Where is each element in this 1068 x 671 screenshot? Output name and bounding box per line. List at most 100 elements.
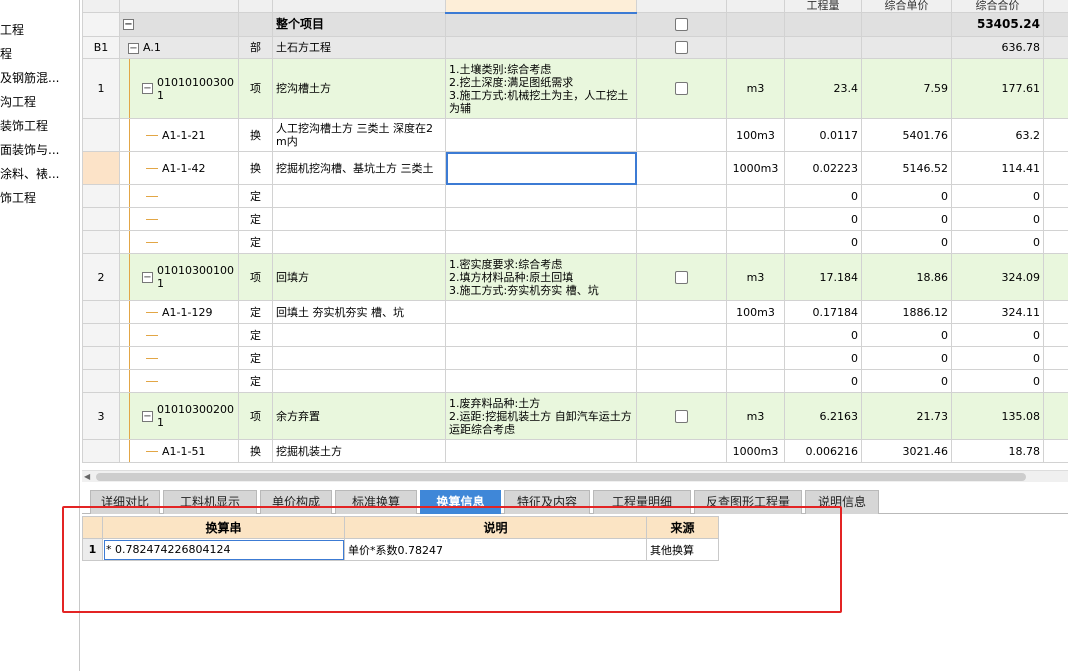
tree-node[interactable]: 程: [0, 46, 12, 62]
norm-row[interactable]: 定000: [82, 346, 1068, 370]
name-cell[interactable]: [272, 346, 446, 370]
code-cell[interactable]: −: [119, 12, 239, 37]
extra-cell[interactable]: [1043, 58, 1068, 119]
unit-cell[interactable]: [726, 369, 785, 393]
total-price-cell[interactable]: 0: [951, 184, 1044, 208]
tab-6[interactable]: 工程量明细: [593, 490, 691, 514]
kind-cell[interactable]: 定: [238, 207, 273, 231]
row-number[interactable]: [82, 12, 120, 37]
extra-cell[interactable]: [1043, 439, 1068, 463]
tab-0[interactable]: 详细对比: [90, 490, 160, 514]
norm-row[interactable]: A1-1-129 定回填土 夯实机夯实 槽、坑 100m3 0.17184 1886.1…: [82, 300, 1068, 324]
kind-cell[interactable]: 定: [238, 346, 273, 370]
collapse-toggle-icon[interactable]: −: [128, 42, 139, 54]
unit-cell[interactable]: [726, 323, 785, 347]
tree-node[interactable]: 沟工程: [0, 94, 36, 110]
row-number[interactable]: [82, 207, 120, 231]
row-number[interactable]: [82, 346, 120, 370]
feature-cell[interactable]: [445, 207, 637, 231]
unit-price-cell[interactable]: 0: [861, 323, 952, 347]
name-cell[interactable]: 挖沟槽土方: [272, 58, 446, 119]
row-checkbox[interactable]: [675, 270, 688, 284]
quantity-cell[interactable]: [784, 36, 862, 59]
unit-cell[interactable]: [726, 346, 785, 370]
item-row[interactable]: 1−010101003001 项挖沟槽土方 1.土壤类别:综合考虑 2.挖土深度:满足…: [82, 58, 1068, 119]
tree-node[interactable]: 装饰工程: [0, 118, 48, 134]
row-number[interactable]: [82, 369, 120, 393]
column-header[interactable]: [119, 0, 239, 13]
row-number[interactable]: [82, 323, 120, 347]
checkbox-cell[interactable]: [636, 323, 727, 347]
quantity-cell[interactable]: 0: [784, 346, 862, 370]
total-price-cell[interactable]: 114.41: [951, 151, 1044, 185]
code-cell[interactable]: [119, 346, 239, 370]
part-row[interactable]: B1− A.1 部土石方工程 636.78: [82, 36, 1068, 59]
scroll-left-icon[interactable]: ◀: [84, 472, 90, 481]
norm-row[interactable]: 定000: [82, 230, 1068, 254]
unit-price-cell[interactable]: 21.73: [861, 392, 952, 440]
conversion-column-header[interactable]: 来源: [646, 516, 719, 539]
extra-cell[interactable]: [1043, 392, 1068, 440]
feature-cell[interactable]: [445, 323, 637, 347]
collapse-toggle-icon[interactable]: −: [123, 19, 134, 30]
feature-cell[interactable]: 1.废弃料品种:土方 2.运距:挖掘机装土方 自卸汽车运土方 运距综合考虑: [445, 392, 637, 440]
name-cell[interactable]: [272, 230, 446, 254]
unit-price-cell[interactable]: 0: [861, 346, 952, 370]
unit-cell[interactable]: [726, 184, 785, 208]
feature-cell[interactable]: [445, 439, 637, 463]
quantity-cell[interactable]: 6.2163: [784, 392, 862, 440]
checkbox-cell[interactable]: [636, 230, 727, 254]
extra-cell[interactable]: [1043, 36, 1068, 59]
conversion-description[interactable]: 单价*系数0.78247: [344, 538, 647, 561]
checkbox-cell[interactable]: [636, 151, 727, 185]
name-cell[interactable]: 回填方: [272, 253, 446, 301]
feature-cell[interactable]: [445, 151, 637, 185]
kind-cell[interactable]: 定: [238, 184, 273, 208]
code-cell[interactable]: [119, 323, 239, 347]
total-price-cell[interactable]: 0: [951, 230, 1044, 254]
code-cell[interactable]: − A.1: [119, 36, 239, 59]
quantity-cell[interactable]: 0: [784, 184, 862, 208]
tab-3[interactable]: 标准换算: [335, 490, 417, 514]
conversion-row[interactable]: 1 * 0.782474226804124 单价*系数0.78247 其他换算: [82, 538, 719, 561]
feature-cell[interactable]: [445, 346, 637, 370]
extra-cell[interactable]: [1043, 207, 1068, 231]
total-price-cell[interactable]: 177.61: [951, 58, 1044, 119]
column-header[interactable]: 综合合价: [951, 0, 1044, 13]
total-price-cell[interactable]: 0: [951, 323, 1044, 347]
extra-cell[interactable]: [1043, 12, 1068, 37]
extra-cell[interactable]: [1043, 369, 1068, 393]
row-number[interactable]: [82, 184, 120, 208]
unit-price-cell[interactable]: [861, 36, 952, 59]
feature-cell[interactable]: [445, 300, 637, 324]
code-cell[interactable]: [119, 230, 239, 254]
extra-cell[interactable]: [1043, 253, 1068, 301]
quantity-cell[interactable]: 0: [784, 207, 862, 231]
checkbox-cell[interactable]: [636, 184, 727, 208]
checkbox-cell[interactable]: [636, 207, 727, 231]
checkbox-cell[interactable]: [636, 118, 727, 152]
name-cell[interactable]: 人工挖沟槽土方 三类土 深度在2m内: [272, 118, 446, 152]
column-header[interactable]: [726, 0, 785, 13]
column-header[interactable]: 工程量: [784, 0, 862, 13]
extra-cell[interactable]: [1043, 346, 1068, 370]
conversion-source[interactable]: 其他换算: [646, 538, 719, 561]
total-price-cell[interactable]: 0: [951, 346, 1044, 370]
feature-cell[interactable]: [445, 36, 637, 59]
tab-8[interactable]: 说明信息: [805, 490, 879, 514]
checkbox-cell[interactable]: [636, 346, 727, 370]
item-row[interactable]: 3−010103002001 项余方弃置 1.废弃料品种:土方 2.运距:挖掘机装土方…: [82, 392, 1068, 440]
feature-cell[interactable]: [445, 230, 637, 254]
extra-cell[interactable]: [1043, 323, 1068, 347]
unit-cell[interactable]: [726, 12, 785, 37]
unit-cell[interactable]: m3: [726, 253, 785, 301]
unit-price-cell[interactable]: 7.59: [861, 58, 952, 119]
total-price-cell[interactable]: 135.08: [951, 392, 1044, 440]
total-price-cell[interactable]: 53405.24: [951, 12, 1044, 37]
row-number[interactable]: 1: [82, 58, 120, 119]
row-number[interactable]: [82, 300, 120, 324]
tree-node[interactable]: 及钢筋混...: [0, 70, 59, 86]
quantity-cell[interactable]: 0.17184: [784, 300, 862, 324]
unit-price-cell[interactable]: 5401.76: [861, 118, 952, 152]
checkbox-cell[interactable]: [636, 369, 727, 393]
